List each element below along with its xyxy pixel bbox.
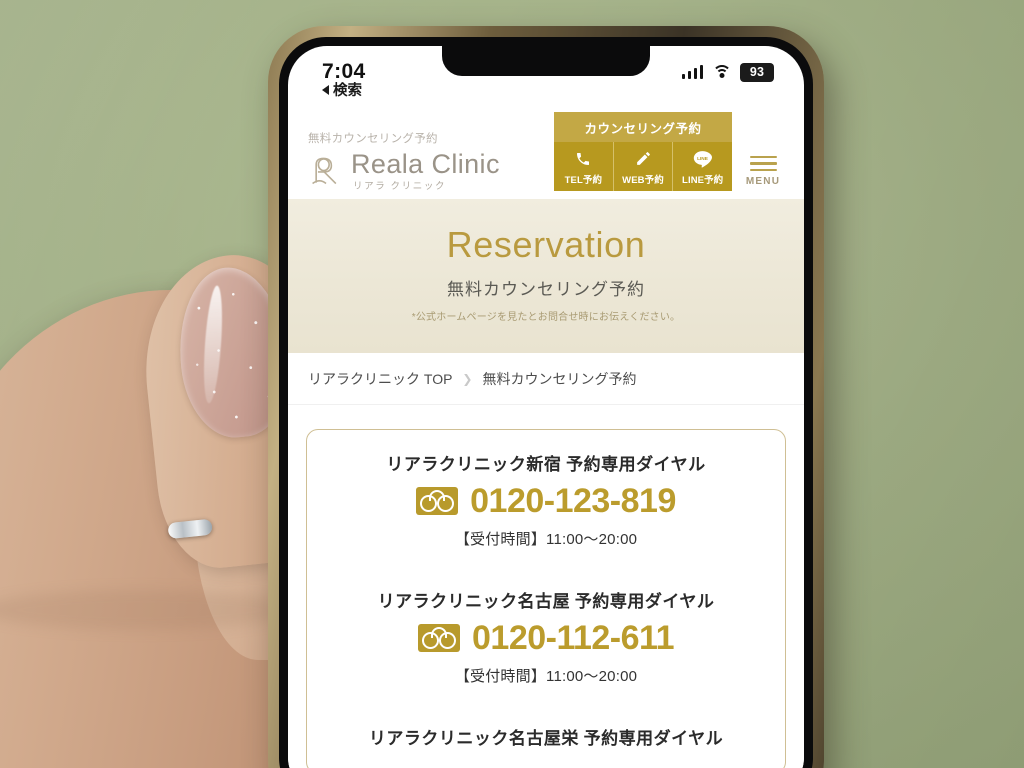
phone-screen: 7:04 93 検索 無料カウンセリング予約 Reala Clinic リアラ …: [288, 46, 804, 768]
nail-gem: [167, 518, 213, 540]
cta-title: カウンセリング予約: [554, 112, 732, 142]
phone-icon: [575, 148, 591, 169]
free-dial-icon: [418, 623, 460, 652]
phone-row[interactable]: 0120-123-819: [317, 484, 775, 518]
tel-reservation-label: TEL予約: [564, 175, 603, 186]
menu-label: MENU: [745, 176, 781, 187]
web-reservation-button[interactable]: WEB予約: [612, 142, 673, 191]
phone-row[interactable]: 0120-112-611: [317, 621, 775, 655]
header-tagline: 無料カウンセリング予約: [308, 132, 438, 145]
reservation-section: リアラクリニック新宿 予約専用ダイヤル 0120-123-819 【受付時間】1…: [288, 404, 804, 768]
phone-number[interactable]: 0120-112-611: [472, 621, 674, 655]
free-dial-icon: [416, 486, 459, 515]
battery-indicator: 93: [740, 62, 774, 82]
phone-number[interactable]: 0120-123-819: [470, 484, 676, 518]
reservation-card: リアラクリニック新宿 予約専用ダイヤル 0120-123-819 【受付時間】1…: [306, 428, 786, 768]
page-note: *公式ホームページを見たとお問合せ時にお伝えください。: [411, 311, 681, 323]
brand-name: Reala Clinic: [351, 148, 500, 179]
clinic-name: リアラクリニック新宿 予約専用ダイヤル: [386, 454, 706, 474]
back-label: 検索: [333, 83, 362, 99]
back-to-search-link[interactable]: 検索: [322, 79, 362, 100]
status-indicators: 93: [681, 62, 774, 82]
smartphone-device: 7:04 93 検索 無料カウンセリング予約 Reala Clinic リアラ …: [268, 26, 824, 768]
clinic-name: リアラクリニック名古屋 予約専用ダイヤル: [377, 591, 715, 611]
cta-button-row: TEL予約 WEB予約 LINE LINE予約: [554, 142, 733, 191]
web-reservation-label: WEB予約: [622, 175, 664, 186]
page-subtitle: 無料カウンセリング予約: [447, 279, 645, 299]
pencil-icon: [635, 148, 652, 169]
brand-logo-link[interactable]: Reala Clinic リアラ クリニック: [308, 148, 546, 192]
breadcrumb-item-current: 無料カウンセリング予約: [482, 370, 637, 387]
reception-hours: 【受付時間】11:00〜20:00: [454, 667, 638, 685]
cellular-signal-icon: [681, 65, 703, 79]
brand-subtitle: リアラ クリニック: [353, 180, 447, 192]
breadcrumb: リアラクリニック TOP ❯ 無料カウンセリング予約: [288, 352, 804, 405]
clinic-entry-nagoya: リアラクリニック名古屋 予約専用ダイヤル 0120-112-611 【受付時間】…: [317, 569, 775, 706]
breadcrumb-item-top[interactable]: リアラクリニック TOP: [308, 369, 452, 389]
site-header: 無料カウンセリング予約 Reala Clinic リアラ クリニック カウンセリ…: [288, 92, 804, 199]
line-reservation-button[interactable]: LINE LINE予約: [672, 142, 733, 191]
reception-hours: 【受付時間】11:00〜20:00: [454, 530, 638, 548]
line-icon: LINE: [693, 148, 713, 169]
clinic-entry-shinjuku: リアラクリニック新宿 予約専用ダイヤル 0120-123-819 【受付時間】1…: [317, 450, 775, 569]
svg-text:LINE: LINE: [697, 155, 708, 161]
hero-banner: Reservation 無料カウンセリング予約 *公式ホームページを見たとお問合…: [288, 199, 804, 353]
chevron-right-icon: ❯: [462, 371, 473, 386]
clinic-entry-nagoya-sakae: リアラクリニック名古屋栄 予約専用ダイヤル: [317, 706, 775, 768]
brand-text: Reala Clinic リアラ クリニック: [351, 148, 500, 192]
line-reservation-label: LINE予約: [682, 175, 724, 186]
back-arrow-icon: [322, 84, 329, 95]
hamburger-icon: [749, 155, 777, 171]
page-title: Reservation: [446, 224, 646, 265]
device-notch: [442, 46, 650, 76]
brand-column: 無料カウンセリング予約 Reala Clinic リアラ クリニック: [308, 130, 546, 192]
clinic-name: リアラクリニック名古屋栄 予約専用ダイヤル: [368, 728, 724, 748]
wifi-icon: [712, 65, 731, 79]
photo-scene: 7:04 93 検索 無料カウンセリング予約 Reala Clinic リアラ …: [0, 0, 1024, 768]
phone-bezel: 7:04 93 検索 無料カウンセリング予約 Reala Clinic リアラ …: [279, 37, 813, 768]
menu-button[interactable]: MENU: [740, 155, 786, 191]
reala-logo-icon: [312, 157, 337, 184]
tel-reservation-button[interactable]: TEL予約: [554, 142, 613, 191]
cta-group: カウンセリング予約 TEL予約 WEB予約 LINE LINE予約: [554, 112, 733, 191]
